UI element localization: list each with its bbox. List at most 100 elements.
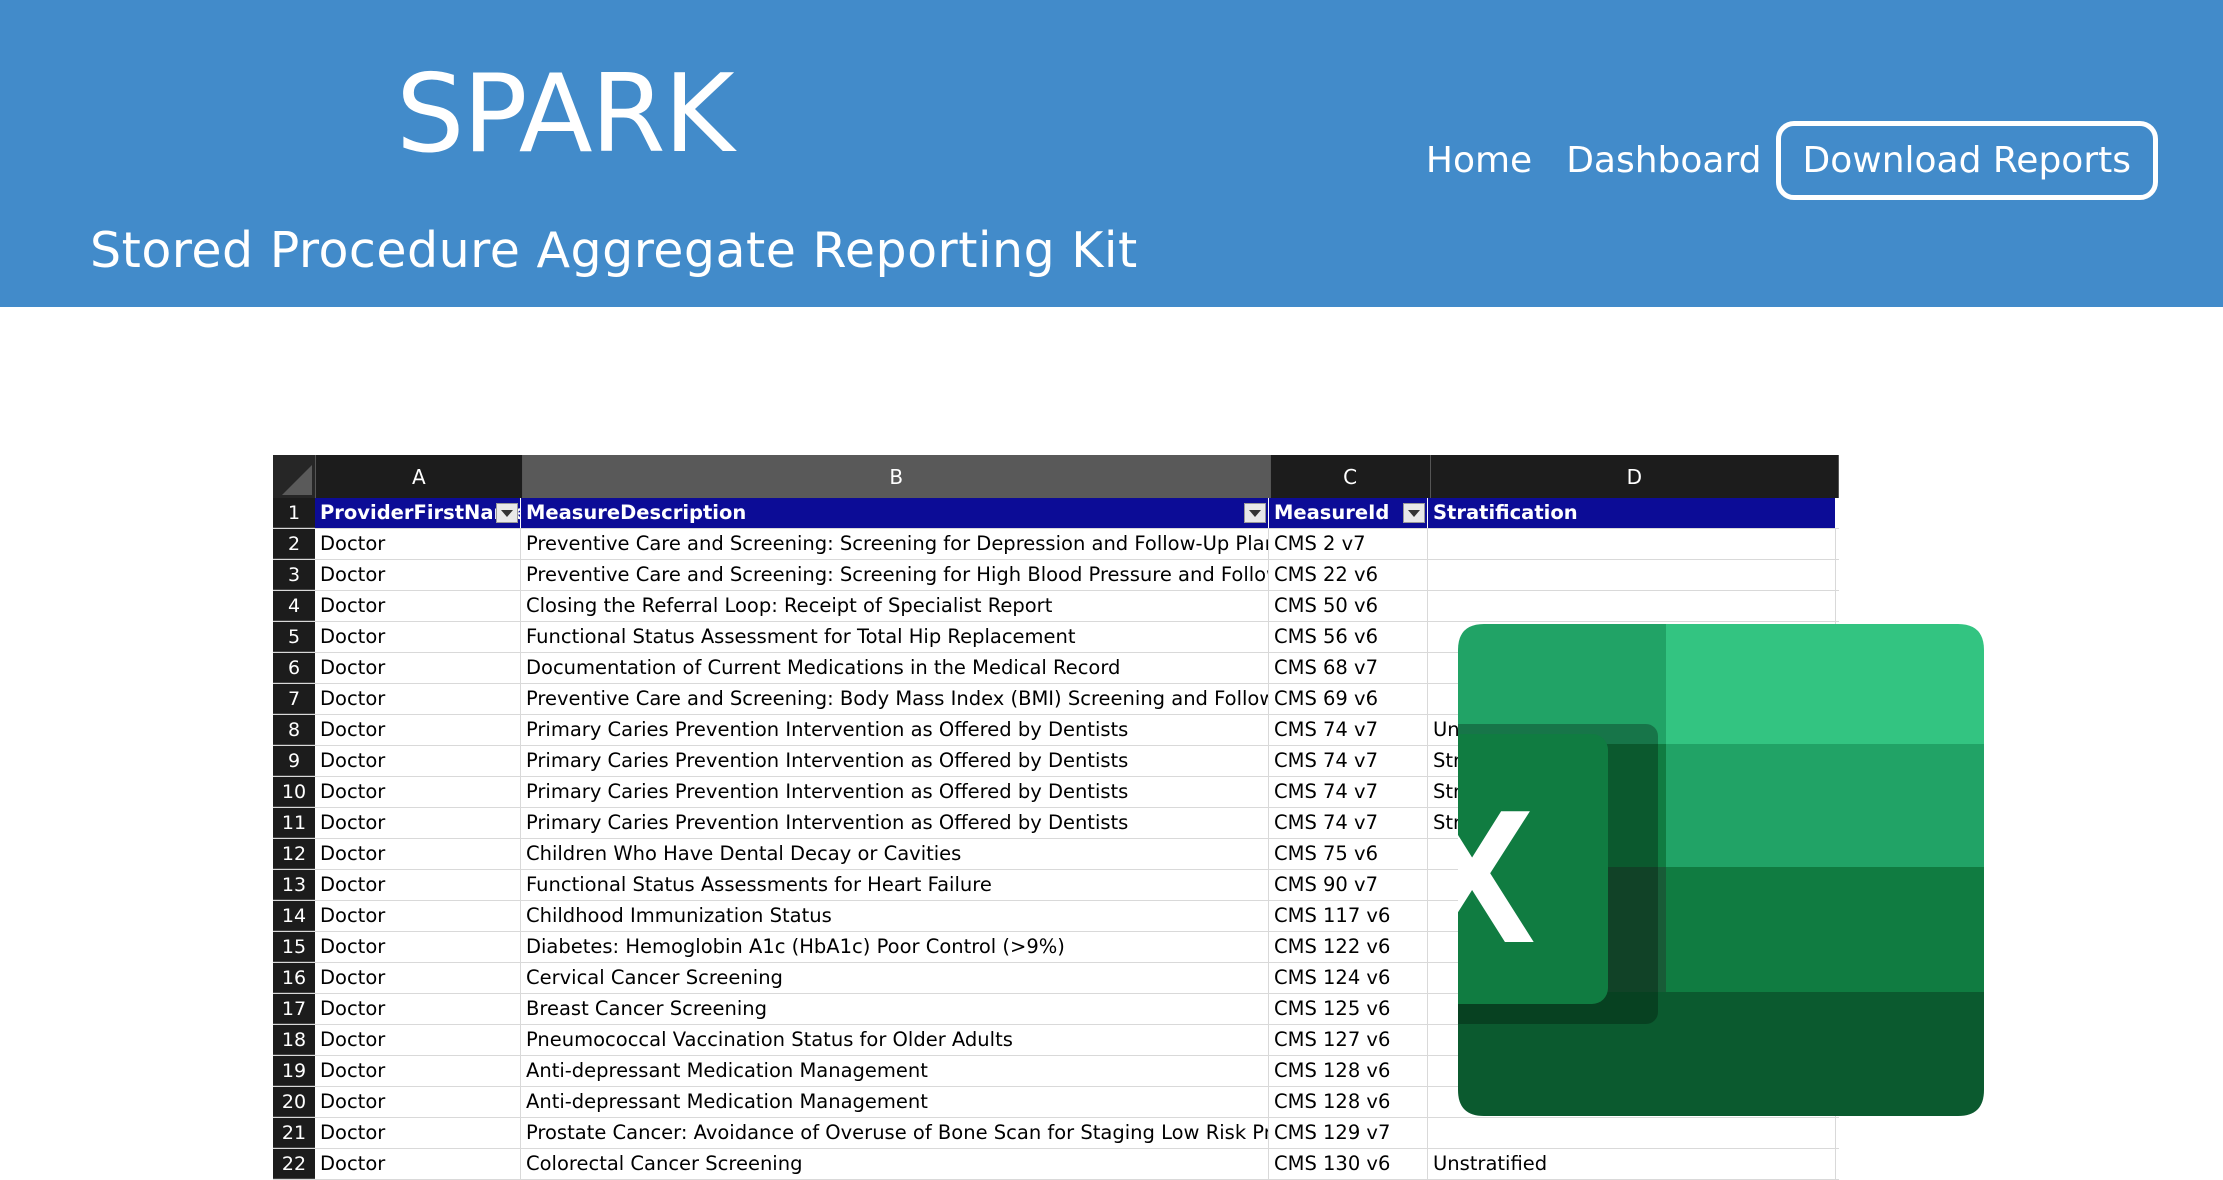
cell-provider: Doctor [315,870,521,900]
row-number: 21 [273,1118,315,1148]
cell-measure-description: Primary Caries Prevention Intervention a… [521,715,1269,745]
header-label: ProviderFirstName [320,501,521,524]
row-number: 11 [273,808,315,838]
cell-provider: Doctor [315,839,521,869]
nav-download-reports-link[interactable]: Download Reports [1775,120,2158,200]
cell-measure-description: Closing the Referral Loop: Receipt of Sp… [521,591,1269,621]
cell-provider: Doctor [315,1149,521,1179]
column-letter-d: D [1431,455,1840,498]
cell-provider: Doctor [315,529,521,559]
cell-measure-id: CMS 74 v7 [1269,715,1428,745]
cell-measure-id: CMS 128 v6 [1269,1087,1428,1117]
table-header-row: 1 ProviderFirstName MeasureDescription M… [273,498,1839,529]
table-row: 3 Doctor Preventive Care and Screening: Sc… [273,560,1839,591]
header-cell-stratification: Stratification [1428,498,1836,528]
cell-provider: Doctor [315,901,521,931]
cell-measure-description: Preventive Care and Screening: Screening… [521,560,1269,590]
site-header: SPARK Stored Procedure Aggregate Reporti… [0,0,2223,307]
cell-provider: Doctor [315,994,521,1024]
cell-measure-description: Children Who Have Dental Decay or Caviti… [521,839,1269,869]
cell-measure-id: CMS 74 v7 [1269,746,1428,776]
filter-dropdown-icon[interactable] [1244,503,1266,523]
row-number: 18 [273,1025,315,1055]
table-row: 21 Doctor Prostate Cancer: Avoidance of Ov… [273,1118,1839,1149]
cell-measure-description: Diabetes: Hemoglobin A1c (HbA1c) Poor Co… [521,932,1269,962]
cell-measure-description: Breast Cancer Screening [521,994,1269,1024]
cell-measure-id: CMS 117 v6 [1269,901,1428,931]
cell-provider: Doctor [315,715,521,745]
row-number: 3 [273,560,315,590]
cell-provider: Doctor [315,684,521,714]
cell-measure-description: Anti-depressant Medication Management [521,1056,1269,1086]
cell-measure-id: CMS 130 v6 [1269,1149,1428,1179]
cell-measure-id: CMS 127 v6 [1269,1025,1428,1055]
cell-provider: Doctor [315,1025,521,1055]
excel-letter: X [1458,771,1535,983]
cell-stratification [1428,1118,1836,1148]
cell-provider: Doctor [315,746,521,776]
header-label: Stratification [1433,501,1578,524]
cell-measure-id: CMS 90 v7 [1269,870,1428,900]
row-number: 15 [273,932,315,962]
header-cell-measure-id: MeasureId [1269,498,1428,528]
row-number: 6 [273,653,315,683]
cell-measure-description: Primary Caries Prevention Intervention a… [521,808,1269,838]
row-number: 14 [273,901,315,931]
row-number: 9 [273,746,315,776]
header-cell-measure-description: MeasureDescription [521,498,1269,528]
cell-measure-id: CMS 68 v7 [1269,653,1428,683]
row-number: 19 [273,1056,315,1086]
row-number: 16 [273,963,315,993]
cell-provider: Doctor [315,963,521,993]
nav-dashboard-link[interactable]: Dashboard [1566,140,1761,181]
row-number: 1 [273,498,315,528]
site-title[interactable]: SPARK [396,50,735,180]
cell-measure-id: CMS 125 v6 [1269,994,1428,1024]
filter-dropdown-icon[interactable] [1403,503,1425,523]
cell-provider: Doctor [315,1056,521,1086]
cell-stratification [1428,591,1836,621]
cell-measure-description: Pneumococcal Vaccination Status for Olde… [521,1025,1269,1055]
row-number: 8 [273,715,315,745]
cell-provider: Doctor [315,932,521,962]
cell-measure-description: Functional Status Assessments for Heart … [521,870,1269,900]
cell-measure-id: CMS 129 v7 [1269,1118,1428,1148]
row-number: 2 [273,529,315,559]
cell-measure-description: Anti-depressant Medication Management [521,1087,1269,1117]
cell-measure-description: Preventive Care and Screening: Body Mass… [521,684,1269,714]
cell-measure-description: Prostate Cancer: Avoidance of Overuse of… [521,1118,1269,1148]
cell-measure-description: Childhood Immunization Status [521,901,1269,931]
column-header-row: A B C D [273,455,1840,498]
table-row: 2 Doctor Preventive Care and Screening: Sc… [273,529,1839,560]
cell-measure-id: CMS 124 v6 [1269,963,1428,993]
cell-measure-description: Primary Caries Prevention Intervention a… [521,777,1269,807]
cell-provider: Doctor [315,1118,521,1148]
cell-provider: Doctor [315,1087,521,1117]
column-letter-a: A [316,455,523,498]
cell-provider: Doctor [315,591,521,621]
row-number: 17 [273,994,315,1024]
table-row: 4 Doctor Closing the Referral Loop: Receip… [273,591,1839,622]
cell-stratification [1428,529,1836,559]
cell-measure-description: Functional Status Assessment for Total H… [521,622,1269,652]
cell-provider: Doctor [315,622,521,652]
cell-measure-id: CMS 22 v6 [1269,560,1428,590]
nav-home-link[interactable]: Home [1426,140,1532,181]
cell-measure-id: CMS 2 v7 [1269,529,1428,559]
header-label: MeasureDescription [526,501,747,524]
cell-measure-description: Preventive Care and Screening: Screening… [521,529,1269,559]
row-number: 20 [273,1087,315,1117]
cell-measure-id: CMS 74 v7 [1269,777,1428,807]
cell-measure-description: Cervical Cancer Screening [521,963,1269,993]
cell-measure-description: Primary Caries Prevention Intervention a… [521,746,1269,776]
cell-stratification [1428,560,1836,590]
column-letter-c: C [1271,455,1431,498]
excel-icon: X [1458,624,1984,1116]
cell-provider: Doctor [315,653,521,683]
cell-measure-description: Colorectal Cancer Screening [521,1149,1269,1179]
cell-provider: Doctor [315,777,521,807]
site-subtitle: Stored Procedure Aggregate Reporting Kit [90,222,1138,279]
header-cell-provider: ProviderFirstName [315,498,521,528]
filter-dropdown-icon[interactable] [496,503,518,523]
cell-provider: Doctor [315,560,521,590]
